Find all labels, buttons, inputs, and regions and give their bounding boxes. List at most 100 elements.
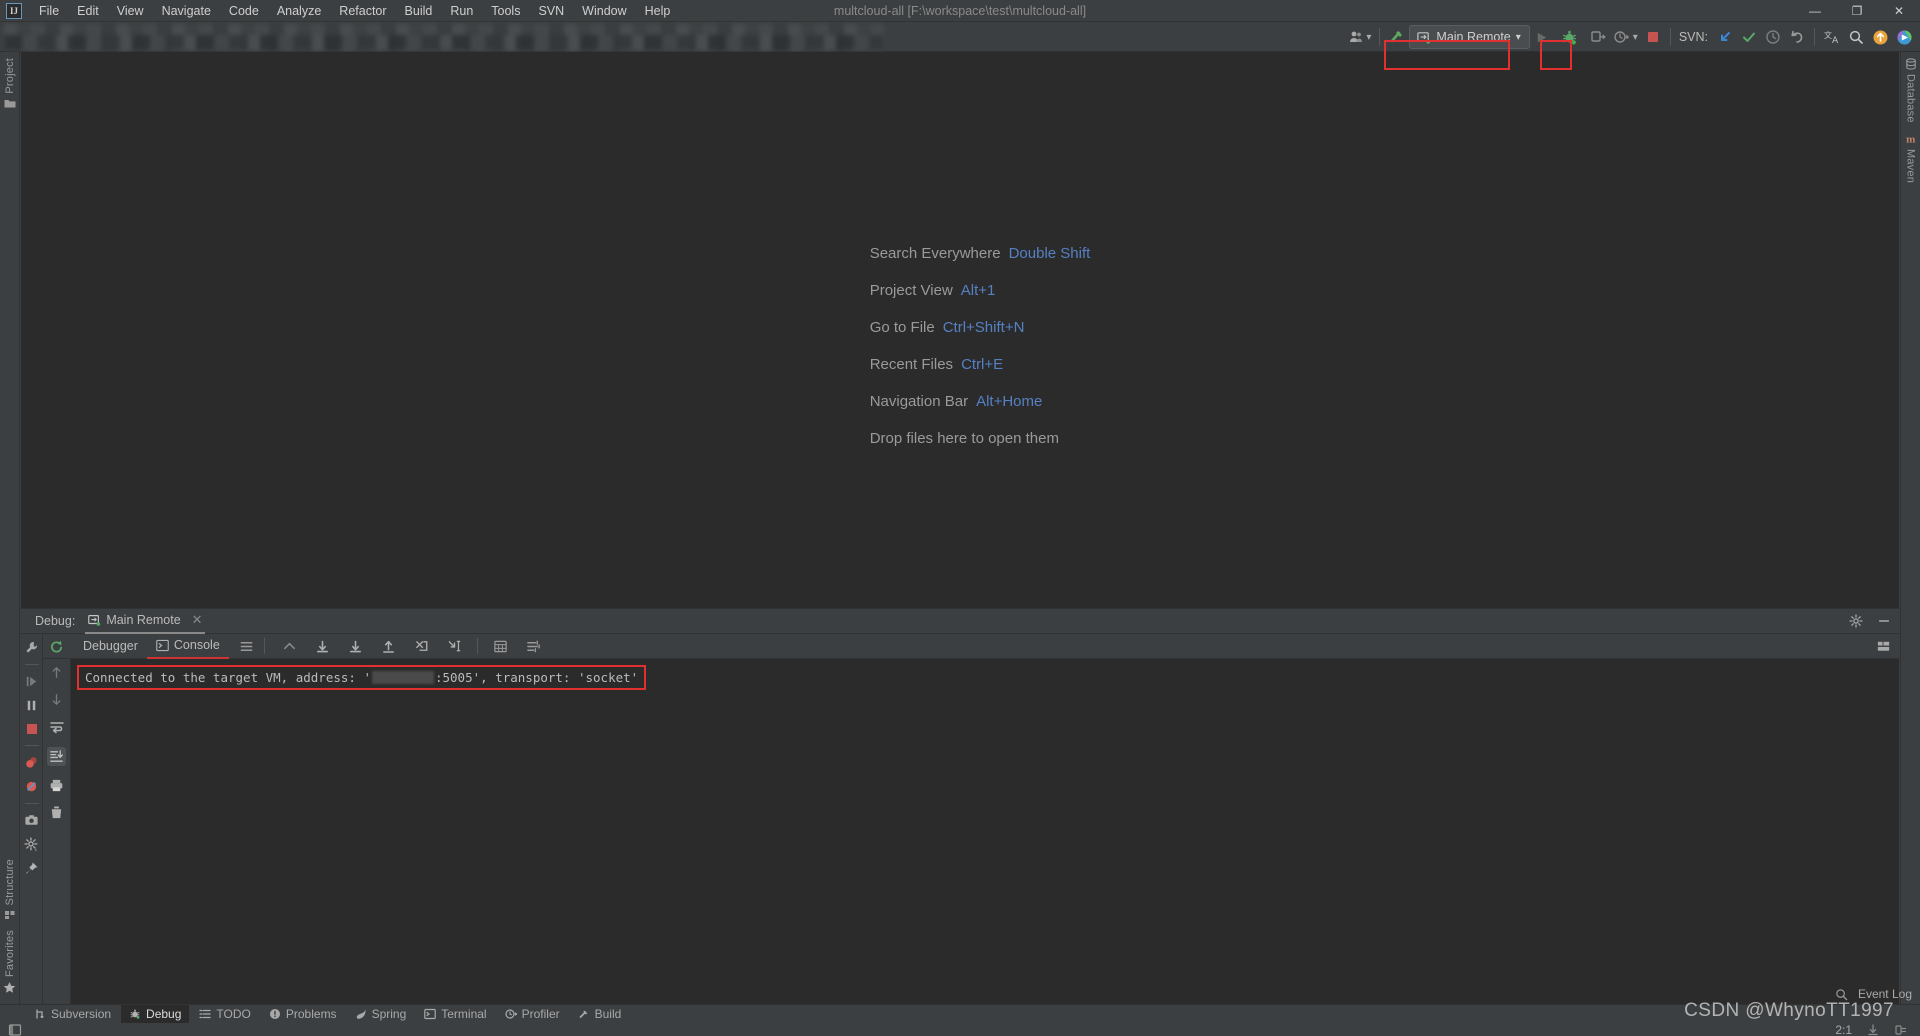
maximize-button[interactable]: ❐	[1836, 0, 1878, 22]
plugin-icon[interactable]	[1892, 25, 1916, 49]
status-tool-terminal[interactable]: Terminal	[416, 1005, 494, 1023]
hint-action-label: Go to File	[869, 319, 935, 336]
translate-icon[interactable]: 文A	[1820, 25, 1844, 49]
sidebar-item-project[interactable]: Project	[0, 52, 19, 113]
down-arrow-icon[interactable]	[49, 692, 64, 707]
menu-item-view[interactable]: View	[108, 2, 153, 20]
step-over-icon[interactable]	[315, 639, 330, 654]
menu-item-navigate[interactable]: Navigate	[153, 2, 220, 20]
status-tool-subversion[interactable]: Subversion	[26, 1005, 119, 1023]
debug-window-header: Debug: Main Remote ✕	[21, 609, 1899, 634]
build-project-button[interactable]	[1385, 25, 1409, 49]
settings-icon[interactable]	[24, 837, 39, 852]
resume-program-icon[interactable]	[24, 674, 39, 689]
step-out-icon[interactable]	[381, 639, 396, 654]
svg-text:文: 文	[1824, 30, 1832, 40]
drop-frame-icon[interactable]	[414, 639, 429, 654]
terminal-icon	[424, 1008, 437, 1020]
menu-item-file[interactable]: File	[30, 2, 68, 20]
status-tool-todo[interactable]: TODO	[191, 1005, 258, 1023]
profile-button[interactable]: ▾	[1610, 25, 1641, 49]
gear-icon[interactable]	[1849, 614, 1863, 628]
wrench-icon[interactable]	[24, 640, 39, 655]
view-breakpoints-icon[interactable]	[24, 755, 39, 770]
run-configuration-label: Main Remote	[1436, 30, 1511, 44]
close-icon[interactable]: ✕	[192, 612, 203, 628]
soft-wrap-icon[interactable]	[49, 719, 65, 735]
event-log-label[interactable]: Event Log	[1858, 987, 1912, 1001]
app-logo-icon: IJ	[6, 2, 22, 19]
editor-empty-area[interactable]: Search Everywhere Double Shift Project Vi…	[21, 52, 1899, 640]
menu-item-code[interactable]: Code	[220, 2, 268, 20]
navigation-bar-blurred-secondary	[4, 35, 884, 50]
run-with-coverage-button[interactable]	[1586, 25, 1610, 49]
search-icon[interactable]	[1844, 25, 1868, 49]
rerun-icon[interactable]	[49, 639, 64, 654]
menu-item-edit[interactable]: Edit	[68, 2, 108, 20]
svn-revert-button[interactable]	[1785, 25, 1809, 49]
mute-breakpoints-icon[interactable]	[24, 779, 39, 794]
svn-history-button[interactable]	[1761, 25, 1785, 49]
debug-session-tab[interactable]: Main Remote ✕	[85, 609, 205, 634]
sidebar-item-label: Project	[3, 58, 16, 94]
menu-item-tools[interactable]: Tools	[482, 2, 529, 20]
status-tool-debug[interactable]: Debug	[121, 1005, 190, 1023]
status-tool-build[interactable]: Build	[570, 1005, 630, 1023]
run-configuration-selector[interactable]: Main Remote ▾	[1409, 25, 1530, 49]
run-button[interactable]	[1530, 25, 1554, 49]
layout-settings-icon[interactable]	[1876, 639, 1891, 654]
screenshot-icon[interactable]	[24, 813, 39, 828]
minimize-button[interactable]: —	[1794, 0, 1836, 22]
print-icon[interactable]	[49, 778, 64, 793]
minimize-icon[interactable]	[1877, 614, 1891, 628]
clear-all-icon[interactable]	[49, 805, 64, 820]
menu-item-build[interactable]: Build	[396, 2, 442, 20]
show-execution-point-icon[interactable]	[282, 639, 297, 654]
menu-item-run[interactable]: Run	[441, 2, 482, 20]
stop-button[interactable]	[1641, 25, 1665, 49]
status-tool-problems[interactable]: Problems	[261, 1005, 345, 1023]
svn-commit-button[interactable]	[1737, 25, 1761, 49]
evaluate-expression-icon[interactable]	[493, 639, 508, 654]
remote-debug-config-icon	[1416, 30, 1431, 45]
menu-item-svn[interactable]: SVN	[529, 2, 573, 20]
status-tool-spring[interactable]: Spring	[347, 1005, 415, 1023]
sidebar-item-maven[interactable]: m Maven	[1901, 127, 1920, 187]
stop-icon[interactable]	[25, 722, 39, 736]
menu-item-refactor[interactable]: Refactor	[330, 2, 395, 20]
sidebar-item-favorites[interactable]: Favorites	[0, 924, 19, 1004]
menu-item-help[interactable]: Help	[636, 2, 680, 20]
close-button[interactable]: ✕	[1878, 0, 1920, 22]
layout-settings-icon[interactable]	[526, 639, 541, 654]
debug-button[interactable]	[1558, 25, 1582, 49]
pause-program-icon[interactable]	[24, 698, 39, 713]
up-arrow-icon[interactable]	[49, 665, 64, 680]
memory-indicator-icon[interactable]	[1866, 1023, 1880, 1036]
menu-item-window[interactable]: Window	[573, 2, 635, 20]
svn-update-button[interactable]	[1713, 25, 1737, 49]
console-output[interactable]: Connected to the target VM, address: ':5…	[71, 659, 1899, 1004]
status-tool-profiler[interactable]: Profiler	[497, 1005, 568, 1023]
status-bar-bottom: 2:1	[0, 1023, 1920, 1036]
step-into-icon[interactable]	[348, 639, 363, 654]
sidebar-item-structure[interactable]: Structure	[0, 853, 19, 924]
hint-go-to-file: Go to File Ctrl+Shift+N	[870, 319, 1091, 336]
tab-debugger[interactable]: Debugger	[74, 634, 147, 659]
pin-tab-icon[interactable]	[24, 861, 39, 876]
sidebar-item-database[interactable]: Database	[1901, 52, 1920, 127]
event-log-icon[interactable]	[1835, 988, 1848, 1001]
run-to-cursor-icon[interactable]	[447, 639, 462, 654]
users-icon[interactable]: ▾	[1345, 25, 1374, 49]
chevron-down-icon[interactable]: ▾	[1633, 32, 1638, 43]
chevron-down-icon: ▾	[1515, 31, 1521, 43]
database-connection-icon[interactable]	[1894, 1023, 1908, 1036]
menu-item-analyze[interactable]: Analyze	[268, 2, 330, 20]
hint-action-label: Search Everywhere	[869, 245, 1001, 262]
scroll-to-end-icon[interactable]	[47, 747, 66, 766]
watches-icon[interactable]	[239, 639, 254, 654]
debug-window-title: Debug:	[35, 614, 76, 628]
update-icon[interactable]	[1868, 25, 1892, 49]
caret-position[interactable]: 2:1	[1835, 1023, 1852, 1036]
toggle-toolwindows-icon[interactable]	[8, 1023, 22, 1036]
tab-console[interactable]: Console	[146, 634, 229, 659]
